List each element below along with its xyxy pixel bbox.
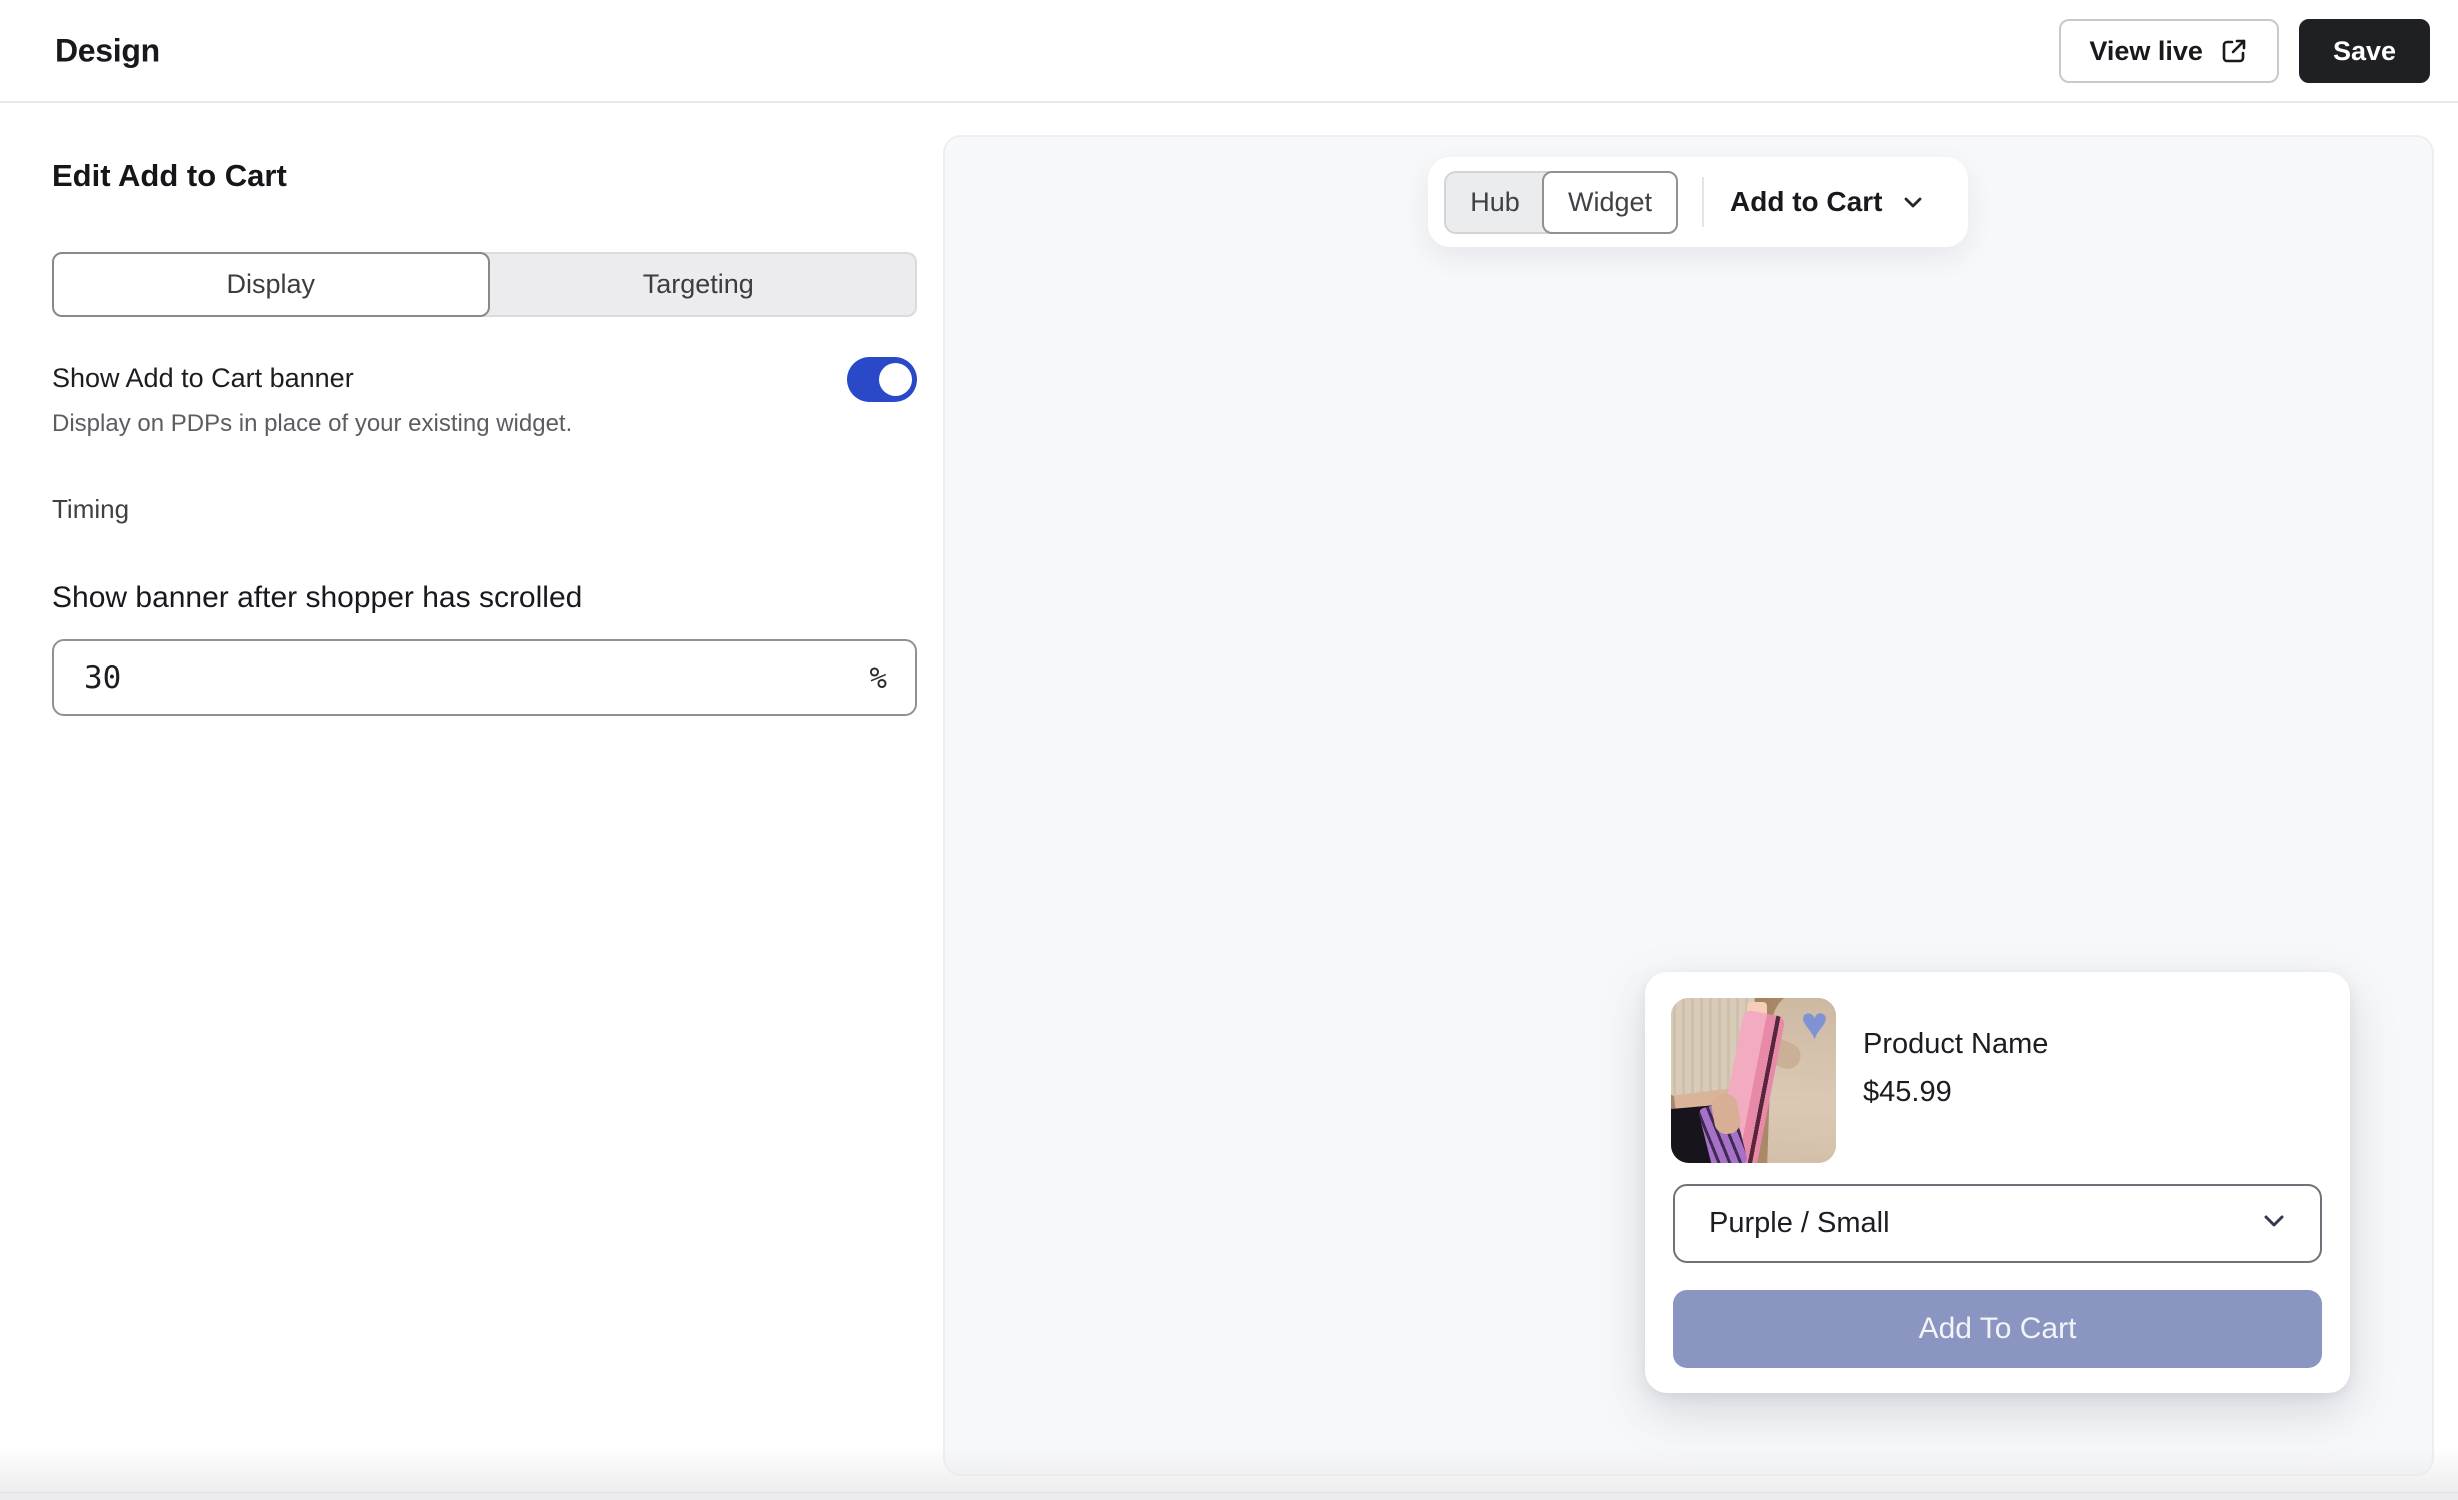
scroll-field: % (52, 639, 917, 716)
save-button[interactable]: Save (2299, 19, 2430, 83)
page-bottom-fade (0, 1446, 2458, 1492)
product-name: Product Name (1863, 1028, 2048, 1061)
timing-section-heading: Timing (52, 494, 917, 525)
scroll-field-label: Show banner after shopper has scrolled (52, 581, 917, 615)
chevron-down-icon (2256, 1203, 2292, 1244)
scroll-percent-input[interactable] (52, 639, 917, 716)
product-image: ♥ (1671, 998, 1836, 1163)
show-banner-label: Show Add to Cart banner (52, 357, 354, 394)
header-actions: View live Save (2059, 19, 2430, 83)
external-link-icon (2219, 36, 2249, 66)
show-banner-toggle[interactable] (847, 357, 917, 402)
header: Design View live Save (0, 0, 2458, 103)
heart-icon: ♥ (1801, 998, 1828, 1051)
component-dropdown[interactable]: Add to Cart (1730, 186, 1928, 218)
tab-targeting[interactable]: Targeting (482, 252, 918, 317)
toolbar-divider (1702, 177, 1704, 227)
variant-select[interactable]: Purple / Small (1673, 1184, 2322, 1263)
editor-panel: Edit Add to Cart Display Targeting Show … (52, 140, 917, 716)
show-banner-row: Show Add to Cart banner (52, 357, 917, 402)
editor-tabs: Display Targeting (52, 252, 917, 317)
product-price: $45.99 (1863, 1076, 1952, 1109)
toggle-knob (879, 363, 912, 396)
design-editor-page: Design View live Save Edit Add to Cart D… (0, 0, 2458, 1500)
add-to-cart-banner-preview: ♥ Product Name $45.99 Purple / Small Add… (1645, 972, 2350, 1393)
view-live-label: View live (2089, 36, 2203, 67)
tab-display[interactable]: Display (52, 252, 490, 317)
editor-heading: Edit Add to Cart (52, 158, 917, 194)
view-live-button[interactable]: View live (2059, 19, 2279, 83)
chevron-down-icon (1898, 187, 1928, 217)
page-title: Design (55, 32, 160, 69)
mode-option-widget[interactable]: Widget (1542, 171, 1678, 234)
percent-suffix: % (870, 661, 887, 695)
variant-selected-value: Purple / Small (1709, 1207, 1890, 1240)
preview-toolbar: Hub Widget Add to Cart (1428, 157, 1968, 247)
page-bottom-edge (0, 1492, 2458, 1500)
component-dropdown-label: Add to Cart (1730, 186, 1882, 218)
save-label: Save (2333, 36, 2396, 67)
show-banner-description: Display on PDPs in place of your existin… (52, 410, 917, 438)
add-to-cart-button[interactable]: Add To Cart (1673, 1290, 2322, 1368)
mode-option-hub[interactable]: Hub (1446, 173, 1544, 232)
mode-segmented-control: Hub Widget (1444, 171, 1678, 234)
